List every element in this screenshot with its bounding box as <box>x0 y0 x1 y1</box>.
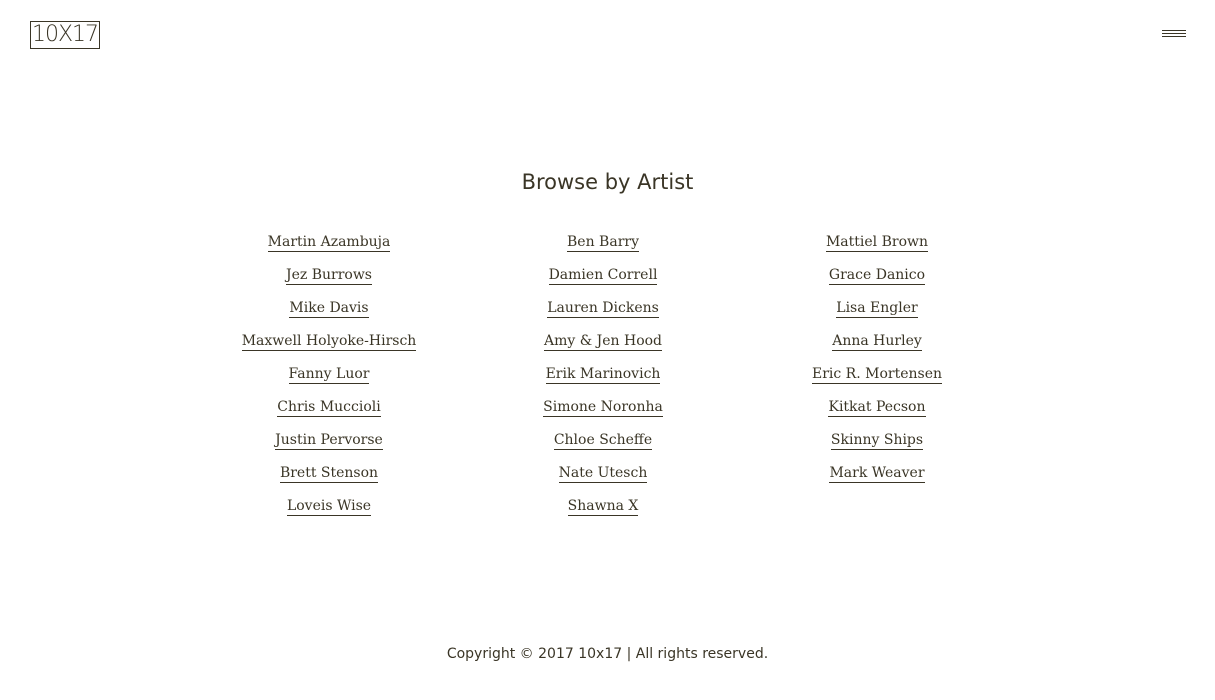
list-item: Erik Marinovich <box>453 362 753 395</box>
list-item: Ben Barry <box>453 230 753 263</box>
list-item: Chris Muccioli <box>179 395 479 428</box>
artist-link[interactable]: Jez Burrows <box>285 267 372 285</box>
artist-link[interactable]: Justin Pervorse <box>275 432 383 450</box>
list-item: Brett Stenson <box>179 461 479 494</box>
artist-column-2: Ben Barry Damien Correll Lauren Dickens … <box>453 230 753 527</box>
list-item: Shawna X <box>453 494 753 527</box>
list-item: Nate Utesch <box>453 461 753 494</box>
list-item: Jez Burrows <box>179 263 479 296</box>
artist-link[interactable]: Mattiel Brown <box>825 234 929 252</box>
list-item: Damien Correll <box>453 263 753 296</box>
list-item: Justin Pervorse <box>179 428 479 461</box>
artist-column-1: Martin Azambuja Jez Burrows Mike Davis M… <box>179 230 479 527</box>
list-item: Mark Weaver <box>727 461 1027 494</box>
list-item: Simone Noronha <box>453 395 753 428</box>
list-item: Kitkat Pecson <box>727 395 1027 428</box>
artist-link[interactable]: Chris Muccioli <box>277 399 381 417</box>
artist-link[interactable]: Kitkat Pecson <box>828 399 926 417</box>
artist-link[interactable]: Erik Marinovich <box>545 366 661 384</box>
list-item: Amy & Jen Hood <box>453 329 753 362</box>
list-item: Mike Davis <box>179 296 479 329</box>
artist-link[interactable]: Fanny Luor <box>288 366 370 384</box>
list-item: Loveis Wise <box>179 494 479 527</box>
copyright-footer: Copyright © 2017 10x17 | All rights rese… <box>446 646 769 662</box>
artist-link[interactable]: Martin Azambuja <box>267 234 391 252</box>
list-item: Eric R. Mortensen <box>727 362 1027 395</box>
artist-link[interactable]: Shawna X <box>567 498 639 516</box>
list-item: Grace Danico <box>727 263 1027 296</box>
site-logo[interactable]: 10X17 <box>30 21 100 49</box>
list-item: Mattiel Brown <box>727 230 1027 263</box>
artist-link[interactable]: Damien Correll <box>548 267 658 285</box>
artist-link[interactable]: Loveis Wise <box>286 498 372 516</box>
artist-link[interactable]: Lauren Dickens <box>547 300 659 318</box>
artist-link[interactable]: Chloe Scheffe <box>553 432 653 450</box>
list-item: Lisa Engler <box>727 296 1027 329</box>
artist-link[interactable]: Nate Utesch <box>558 465 648 483</box>
artist-link[interactable]: Mike Davis <box>289 300 369 318</box>
artist-link[interactable]: Simone Noronha <box>543 399 663 417</box>
artist-link[interactable]: Skinny Ships <box>830 432 924 450</box>
list-item: Fanny Luor <box>179 362 479 395</box>
artist-link[interactable]: Maxwell Holyoke-Hirsch <box>241 333 417 351</box>
artist-link[interactable]: Eric R. Mortensen <box>812 366 942 384</box>
list-item: Martin Azambuja <box>179 230 479 263</box>
artist-link[interactable]: Brett Stenson <box>279 465 379 483</box>
page: 10X17 Browse by Artist Martin Azambuja J… <box>0 0 1215 700</box>
artist-link[interactable]: Mark Weaver <box>829 465 925 483</box>
list-item: Chloe Scheffe <box>453 428 753 461</box>
artist-link[interactable]: Anna Hurley <box>832 333 922 351</box>
list-item: Skinny Ships <box>727 428 1027 461</box>
page-title: Browse by Artist <box>521 170 694 194</box>
artist-link[interactable]: Amy & Jen Hood <box>543 333 663 351</box>
hamburger-menu-icon[interactable] <box>1162 30 1186 40</box>
list-item: Lauren Dickens <box>453 296 753 329</box>
artist-link[interactable]: Lisa Engler <box>836 300 918 318</box>
artist-link[interactable]: Grace Danico <box>828 267 926 285</box>
artist-link[interactable]: Ben Barry <box>567 234 639 252</box>
artist-column-3: Mattiel Brown Grace Danico Lisa Engler A… <box>727 230 1027 494</box>
list-item: Anna Hurley <box>727 329 1027 362</box>
list-item: Maxwell Holyoke-Hirsch <box>179 329 479 362</box>
